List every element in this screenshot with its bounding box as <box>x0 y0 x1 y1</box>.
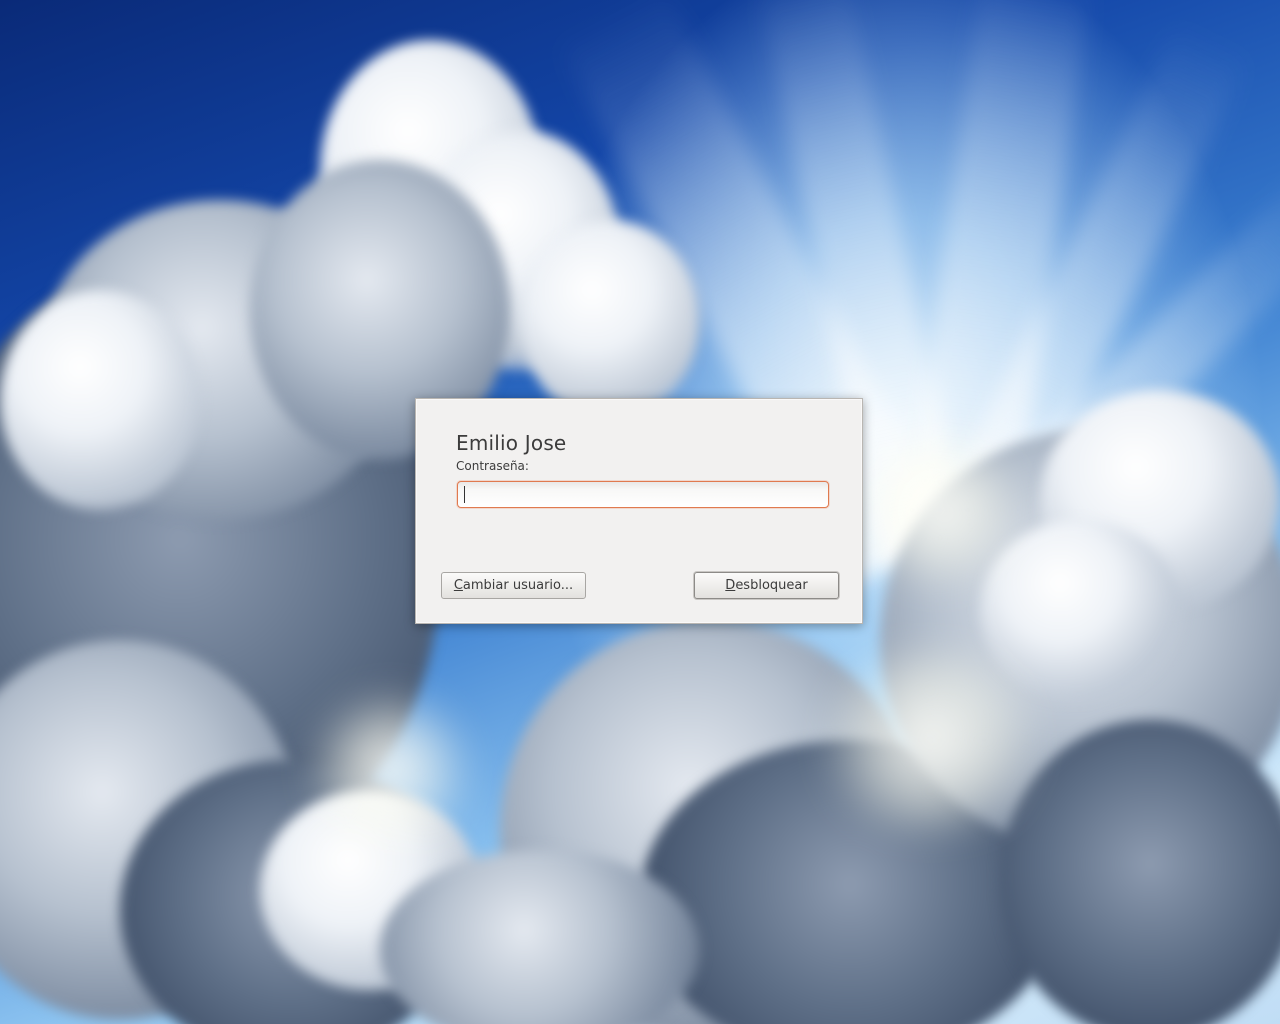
unlock-dialog: Emilio Jose Contraseña: Cambiar usuario.… <box>415 398 863 624</box>
text-cursor <box>464 486 465 503</box>
unlock-button[interactable]: Desbloquear <box>694 572 839 599</box>
unlock-mnemonic: D <box>725 578 736 593</box>
switch-user-label: ambiar usuario... <box>462 578 574 593</box>
password-input[interactable] <box>457 481 829 508</box>
cloud <box>520 220 700 420</box>
switch-user-button[interactable]: Cambiar usuario... <box>441 572 586 599</box>
password-label: Contraseña: <box>456 459 529 473</box>
sun-glow <box>800 650 1060 830</box>
user-name-label: Emilio Jose <box>456 431 567 455</box>
sun-glow <box>300 690 480 850</box>
sun-glow <box>860 420 1020 600</box>
unlock-label: esbloquear <box>735 578 808 593</box>
switch-user-mnemonic: C <box>453 578 463 593</box>
cloud <box>0 290 200 510</box>
